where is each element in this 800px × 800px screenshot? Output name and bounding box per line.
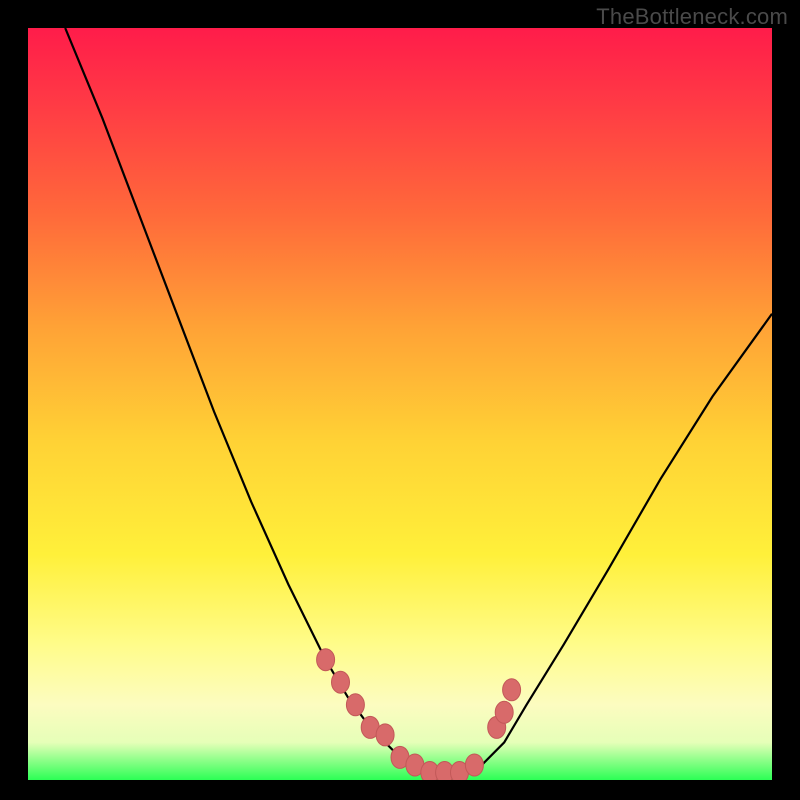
- marker-dot: [317, 649, 335, 671]
- marker-dot: [332, 671, 350, 693]
- marker-group: [317, 649, 521, 780]
- curve-svg: [28, 28, 772, 780]
- marker-dot: [503, 679, 521, 701]
- marker-dot: [346, 694, 364, 716]
- marker-dot: [465, 754, 483, 776]
- marker-dot: [376, 724, 394, 746]
- plot-area: [28, 28, 772, 780]
- chart-frame: TheBottleneck.com: [0, 0, 800, 800]
- bottleneck-curve-path: [65, 28, 772, 773]
- marker-dot: [495, 701, 513, 723]
- watermark-text: TheBottleneck.com: [596, 4, 788, 30]
